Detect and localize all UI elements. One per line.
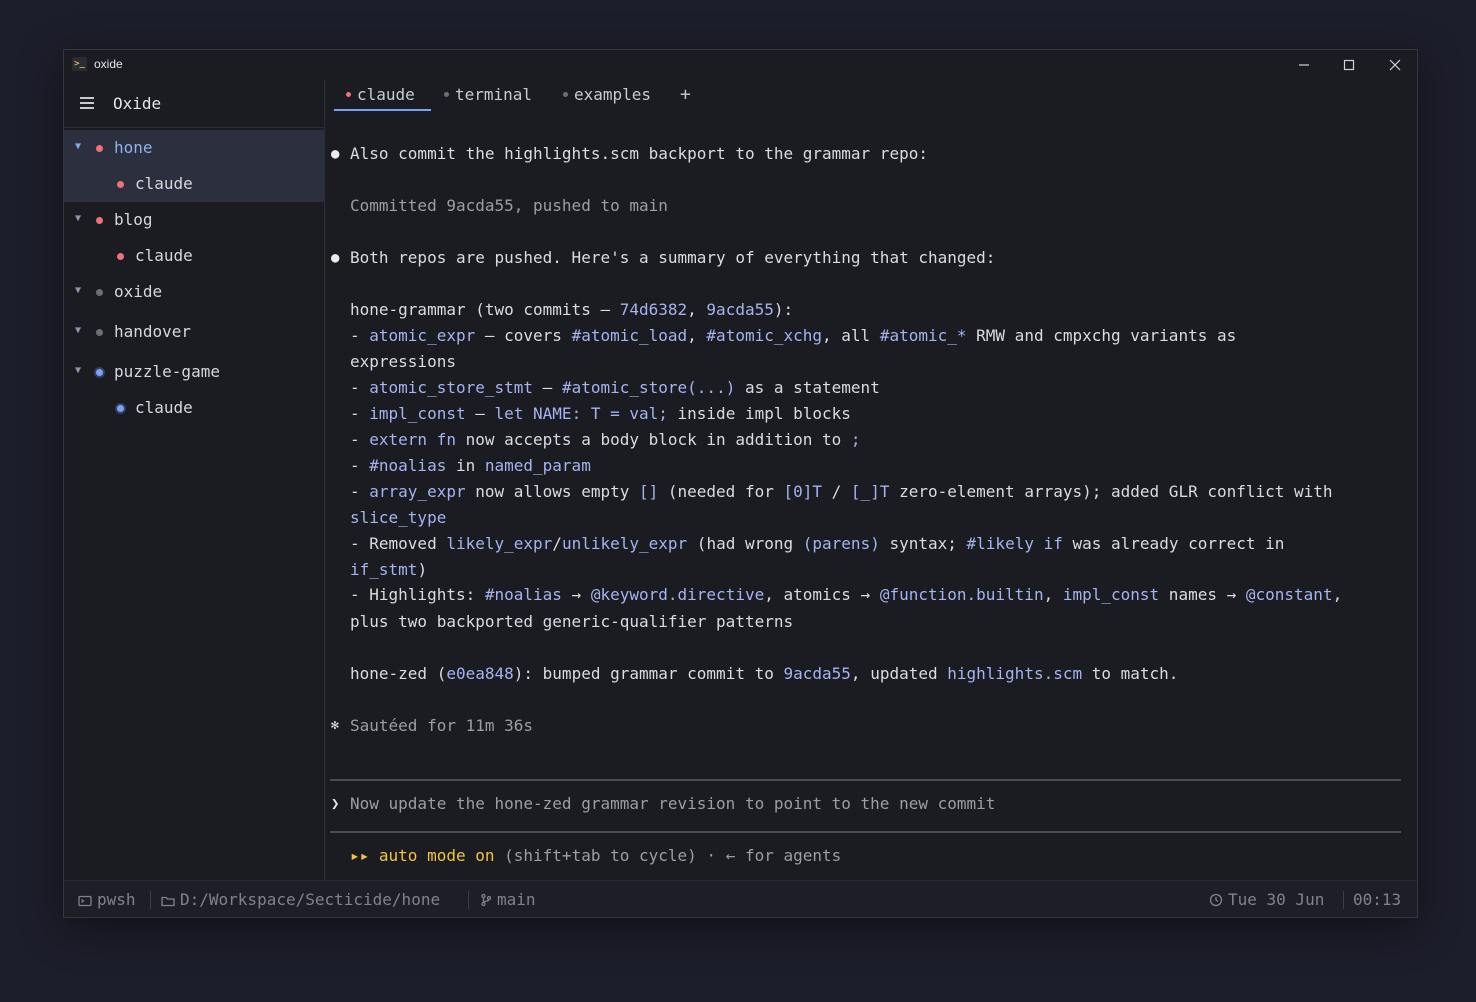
status-dot-icon: [96, 369, 103, 376]
status-divider: [468, 891, 469, 909]
path-indicator[interactable]: D:/Workspace/Secticide/hone: [161, 890, 440, 911]
summary-bullet: - #noalias in named_param: [350, 456, 591, 475]
sidebar-header: Oxide: [64, 80, 324, 128]
terminal-output[interactable]: ● Also commit the highlights.scm backpor…: [326, 114, 1417, 880]
summary-bullet-continued: if_stmt): [350, 560, 428, 579]
sidebar-item-blog[interactable]: ▼ blog: [64, 202, 324, 238]
tab-examples[interactable]: examples: [563, 85, 651, 104]
status-dot-icon: [117, 253, 124, 260]
new-tab-button[interactable]: +: [680, 84, 691, 105]
summary-bullet: - Removed likely_expr/unlikely_expr (had…: [350, 534, 1285, 553]
sidebar-item-hone[interactable]: ▼ hone: [64, 130, 324, 166]
assistant-message: Both repos are pushed. Here's a summary …: [350, 248, 996, 267]
status-dot-icon: [96, 329, 103, 336]
git-branch-icon: [480, 892, 492, 911]
sidebar-item-oxide[interactable]: ▼ oxide: [64, 274, 324, 310]
elapsed-time: Sautéed for 11m 36s: [350, 716, 534, 735]
terminal-app-icon: >_: [72, 57, 87, 71]
sidebar-item-label: claude: [135, 174, 193, 193]
sidebar-item-label: puzzle-game: [114, 362, 220, 381]
minimize-button[interactable]: [1281, 50, 1327, 80]
chevron-down-icon[interactable]: ▼: [75, 325, 81, 336]
mode-indicator[interactable]: ▸▸ auto mode on (shift+tab to cycle) · ←…: [350, 846, 841, 865]
sidebar-divider[interactable]: [324, 80, 325, 880]
summary-bullet-continued: slice_type: [350, 508, 447, 527]
tab-bar: claude terminal examples +: [326, 80, 1417, 114]
app-window: >_ oxide Oxide ▼ hone claude ▼ blog clau…: [63, 49, 1418, 918]
sidebar-item-label: hone: [114, 138, 153, 157]
prompt-chevron-icon: ❯: [331, 796, 340, 812]
chevron-down-icon[interactable]: ▼: [75, 213, 81, 224]
prompt-divider-top: [330, 779, 1401, 781]
minimize-icon: [1299, 64, 1309, 66]
status-divider: [1343, 891, 1344, 909]
sidebar-item-puzzle-game[interactable]: ▼ puzzle-game: [64, 354, 324, 390]
tab-label: examples: [574, 85, 652, 104]
status-bar: pwsh D:/Workspace/Secticide/hone main Tu…: [64, 880, 1417, 917]
summary-bullet: - impl_const — let NAME: T = val; inside…: [350, 404, 851, 423]
message-bullet-icon: ●: [331, 146, 340, 162]
summary-line: hone-grammar (two commits — 74d6382, 9ac…: [350, 300, 794, 319]
tab-terminal[interactable]: terminal: [444, 85, 532, 104]
sidebar-item-puzzle-game-claude[interactable]: claude: [64, 390, 324, 426]
sidebar-item-label: blog: [114, 210, 153, 229]
summary-bullet-continued: plus two backported generic-qualifier pa…: [350, 612, 794, 631]
sidebar-item-label: handover: [114, 322, 192, 341]
status-dot-icon: [117, 405, 124, 412]
sidebar-item-blog-claude[interactable]: claude: [64, 238, 324, 274]
chevron-down-icon[interactable]: ▼: [75, 141, 81, 152]
chevron-down-icon[interactable]: ▼: [75, 365, 81, 376]
summary-bullet: - array_expr now allows empty [] (needed…: [350, 482, 1333, 501]
status-dot-icon: [96, 217, 103, 224]
sidebar: Oxide ▼ hone claude ▼ blog claude ▼ oxid…: [64, 80, 324, 880]
status-dot-icon: [563, 92, 568, 97]
status-dot-icon: [96, 145, 103, 152]
time-indicator: 00:13: [1353, 890, 1402, 909]
tab-claude[interactable]: claude: [346, 85, 415, 104]
asterisk-icon: ✻: [331, 718, 339, 733]
status-divider: [150, 891, 151, 909]
sidebar-item-label: oxide: [114, 282, 163, 301]
close-button[interactable]: [1372, 50, 1418, 80]
summary-line: hone-zed (e0ea848): bumped grammar commi…: [350, 664, 1179, 683]
close-icon: [1389, 59, 1401, 71]
window-title: oxide: [94, 57, 123, 71]
maximize-button[interactable]: [1326, 50, 1372, 80]
tab-label: terminal: [455, 85, 533, 104]
branch-indicator[interactable]: main: [480, 890, 536, 911]
active-tab-indicator: [334, 109, 431, 111]
status-dot-icon: [96, 289, 103, 296]
status-dot-icon: [117, 181, 124, 188]
sidebar-title: Oxide: [113, 94, 162, 113]
maximize-icon: [1343, 59, 1355, 71]
chevron-down-icon[interactable]: ▼: [75, 285, 81, 296]
clock-icon: [1209, 892, 1223, 911]
prompt-divider-bottom: [330, 831, 1401, 833]
terminal-icon: [78, 892, 92, 911]
fast-forward-icon: ▸▸: [350, 846, 370, 865]
prompt-input[interactable]: Now update the hone-zed grammar revision…: [350, 794, 995, 813]
message-bullet-icon: ●: [331, 250, 340, 266]
sidebar-item-handover[interactable]: ▼ handover: [64, 314, 324, 350]
assistant-message: Also commit the highlights.scm backport …: [350, 144, 928, 163]
date-indicator: Tue 30 Jun: [1209, 890, 1324, 911]
summary-bullet-continued: expressions: [350, 352, 456, 371]
summary-bullet: - extern fn now accepts a body block in …: [350, 430, 861, 449]
sidebar-item-hone-claude[interactable]: claude: [64, 166, 324, 202]
folder-icon: [161, 892, 175, 911]
status-dot-icon: [444, 92, 449, 97]
tool-result: Committed 9acda55, pushed to main: [350, 196, 668, 215]
summary-bullet: - Highlights: #noalias → @keyword.direct…: [350, 585, 1343, 604]
menu-icon[interactable]: [80, 97, 94, 109]
status-dot-icon: [346, 92, 351, 97]
title-bar: >_ oxide: [64, 50, 1417, 80]
tab-label: claude: [357, 85, 415, 104]
shell-indicator: pwsh: [78, 890, 136, 911]
sidebar-item-label: claude: [135, 398, 193, 417]
summary-bullet: - atomic_store_stmt — #atomic_store(...)…: [350, 378, 880, 397]
sidebar-item-label: claude: [135, 246, 193, 265]
summary-bullet: - atomic_expr — covers #atomic_load, #at…: [350, 326, 1237, 345]
